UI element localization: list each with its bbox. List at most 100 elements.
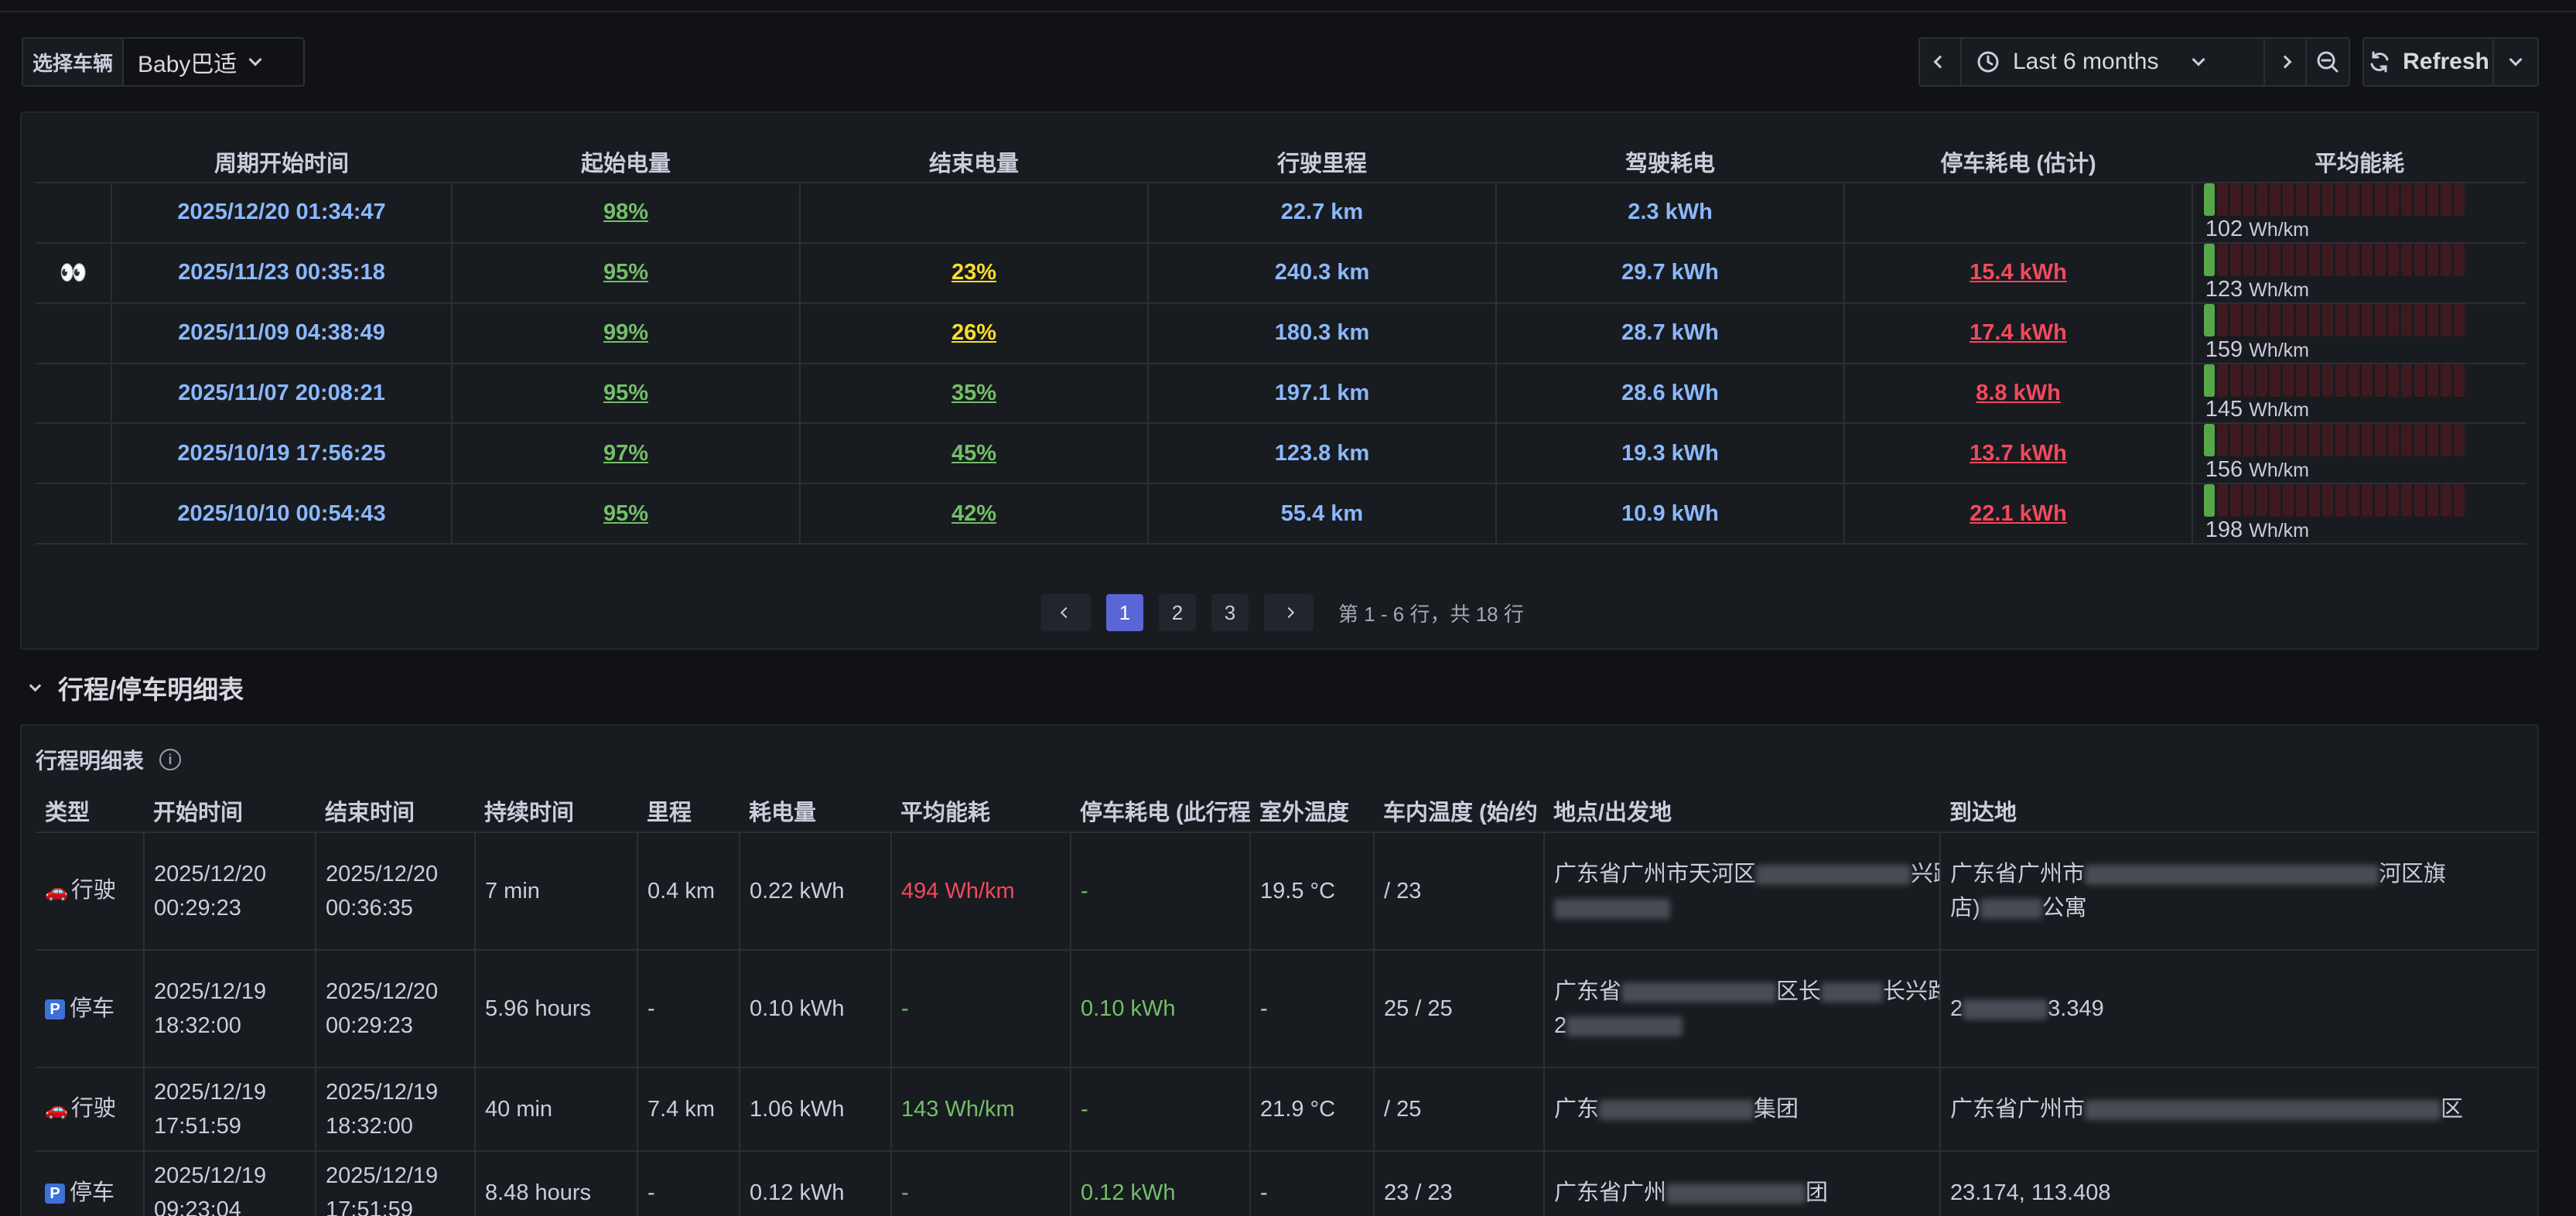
chevron-down-icon — [2192, 53, 2205, 67]
gauge-segment — [2270, 243, 2280, 276]
gauge-segment — [2375, 183, 2386, 216]
time-forward-button[interactable] — [2263, 37, 2307, 87]
column-header[interactable]: 结束电量 — [800, 141, 1148, 183]
avg-consumption-cell: - — [891, 950, 1071, 1068]
column-header[interactable]: 行驶里程 — [1148, 141, 1496, 183]
gauge-segment — [2388, 243, 2399, 276]
column-header[interactable]: 结束时间 — [316, 789, 475, 833]
row-section-header[interactable]: 行程/停车明细表 — [29, 670, 244, 705]
avg-consumption-gauge — [2204, 243, 2465, 276]
cycle-start-link[interactable]: 2025/11/09 04:38:49 — [111, 302, 453, 364]
page-button-3[interactable]: 3 — [1211, 594, 1249, 631]
inside-temp-cell: / 23 — [1374, 832, 1545, 951]
end-soc-cell: 23% — [800, 242, 1149, 304]
start-soc-cell: 99% — [452, 302, 801, 364]
column-header[interactable]: 起始电量 — [452, 141, 800, 183]
cycle-start-link[interactable]: 2025/12/20 01:34:47 — [111, 183, 453, 244]
column-header[interactable]: 室外温度 — [1250, 789, 1374, 833]
cycle-start-link[interactable]: 2025/11/07 20:08:21 — [111, 363, 453, 425]
refresh-interval-dropdown[interactable] — [2492, 37, 2539, 87]
column-header[interactable]: 开始时间 — [144, 789, 316, 833]
avg-consumption-cell: 143 Wh/km — [891, 1067, 1071, 1152]
start-soc-link[interactable]: 99% — [603, 320, 648, 345]
start-soc-link[interactable]: 95% — [603, 381, 648, 405]
inside-temp-cell: / 25 — [1374, 1067, 1545, 1152]
start-soc-link[interactable]: 95% — [603, 501, 648, 526]
gauge-segment — [2414, 243, 2425, 276]
park-energy-link[interactable]: 8.8 kWh — [1976, 381, 2061, 405]
park-energy-link[interactable]: 15.4 kWh — [1970, 260, 2067, 285]
gauge-segment — [2270, 424, 2280, 457]
avg-unit: Wh/km — [2249, 218, 2309, 241]
end-soc-link[interactable]: 42% — [951, 501, 996, 526]
time-range-picker[interactable]: Last 6 months — [1960, 37, 2265, 87]
refresh-button[interactable]: Refresh — [2362, 37, 2494, 87]
gauge-segment — [2441, 183, 2451, 216]
info-icon[interactable]: i — [159, 749, 182, 770]
cycle-start-link[interactable]: 2025/10/10 00:54:43 — [111, 483, 453, 545]
cycle-start-link[interactable]: 2025/11/23 00:35:18 — [111, 242, 453, 304]
column-header[interactable]: 到达地 — [1940, 789, 2537, 833]
from-text: 长兴路 — [1883, 979, 1939, 1004]
time-range-label: Last 6 months — [2013, 49, 2159, 74]
type-label: 行驶 — [70, 1096, 116, 1122]
zoom-out-button[interactable] — [2305, 37, 2350, 87]
page-button-1[interactable]: 1 — [1106, 594, 1143, 631]
start-soc-link[interactable]: 95% — [603, 260, 648, 285]
pagination-info: 第 1 - 6 行，共 18 行 — [1338, 602, 1524, 626]
from-text: 广东省广州 — [1554, 1180, 1667, 1205]
vehicle-select[interactable]: Baby巴适 — [122, 37, 305, 87]
column-header[interactable]: 平均能耗 — [891, 789, 1071, 833]
park-energy-link[interactable]: 22.1 kWh — [1970, 501, 2067, 526]
column-header[interactable]: 耗电量 — [740, 789, 891, 833]
column-header[interactable]: 周期开始时间 — [111, 141, 452, 183]
energy-cell: 0.12 kWh — [740, 1151, 892, 1216]
end-soc-link[interactable]: 35% — [951, 381, 996, 405]
time-back-button[interactable] — [1918, 37, 1962, 87]
column-header[interactable]: 里程 — [637, 789, 740, 833]
column-header[interactable]: 持续时间 — [475, 789, 637, 833]
trip-table: 类型 开始时间 结束时间 持续时间 里程 耗电量 平均能耗 停车耗电 (此行程 … — [36, 789, 2537, 1216]
gauge-segment — [2388, 484, 2399, 517]
inside-temp-cell: 25 / 25 — [1374, 950, 1545, 1068]
column-header[interactable]: 类型 — [36, 789, 144, 833]
gauge-segment — [2427, 424, 2438, 457]
column-header[interactable]: 驾驶耗电 — [1496, 141, 1844, 183]
column-header[interactable]: 车内温度 (始/约 — [1374, 789, 1544, 833]
gauge-segment — [2243, 243, 2254, 276]
chevron-down-icon — [248, 53, 262, 67]
drive-energy-cell: 10.9 kWh — [1496, 483, 1845, 545]
gauge-segment — [2349, 243, 2359, 276]
gauge-segment — [2335, 424, 2346, 457]
start-time-cell: 2025/12/19 18:32:00 — [144, 950, 316, 1068]
column-header[interactable]: 地点/出发地 — [1544, 789, 1940, 833]
start-soc-link[interactable]: 98% — [603, 200, 648, 224]
column-header[interactable]: 停车耗电 (估计) — [1844, 141, 2192, 183]
redacted-text — [1821, 982, 1884, 1003]
column-header[interactable]: 停车耗电 (此行程 — [1071, 789, 1250, 833]
table-row: 🚗 行驶 2025/12/19 17:51:59 2025/12/19 18:32:00 4… — [36, 1067, 2537, 1152]
page-button-2[interactable]: 2 — [1159, 594, 1196, 631]
type-cell: P 停车 — [36, 1151, 145, 1216]
gauge-segment — [2401, 424, 2412, 457]
end-soc-link[interactable]: 26% — [951, 320, 996, 345]
redacted-text — [1980, 899, 2042, 920]
end-time-cell: 2025/12/20 00:36:35 — [316, 832, 476, 951]
gauge-segment — [2441, 364, 2451, 397]
cycle-start-link[interactable]: 2025/10/19 17:56:25 — [111, 423, 453, 485]
row-marker — [36, 483, 112, 545]
end-soc-link[interactable]: 45% — [951, 441, 996, 466]
gauge-segment — [2375, 424, 2386, 457]
gauge-segment — [2217, 183, 2228, 216]
prev-page-button[interactable] — [1041, 594, 1091, 631]
gauge-segment — [2401, 364, 2412, 397]
redacted-text — [2085, 1100, 2441, 1121]
avg-unit: Wh/km — [2249, 399, 2309, 422]
next-page-button[interactable] — [1264, 594, 1314, 631]
column-header[interactable]: 平均能耗 — [2192, 141, 2526, 183]
start-soc-link[interactable]: 97% — [603, 441, 648, 466]
end-soc-link[interactable]: 23% — [951, 260, 996, 285]
park-energy-link[interactable]: 17.4 kWh — [1970, 320, 2067, 345]
gauge-segment — [2322, 183, 2333, 216]
park-energy-link[interactable]: 13.7 kWh — [1970, 441, 2067, 466]
